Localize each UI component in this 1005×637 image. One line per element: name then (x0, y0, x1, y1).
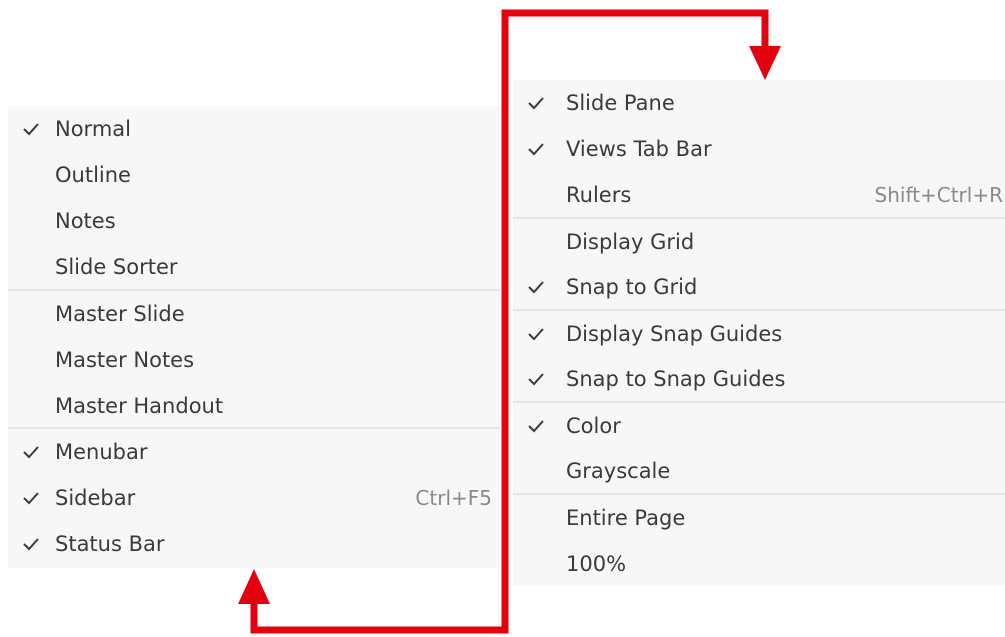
arrow-icon (238, 9, 781, 634)
connector-arrows (238, 9, 781, 634)
